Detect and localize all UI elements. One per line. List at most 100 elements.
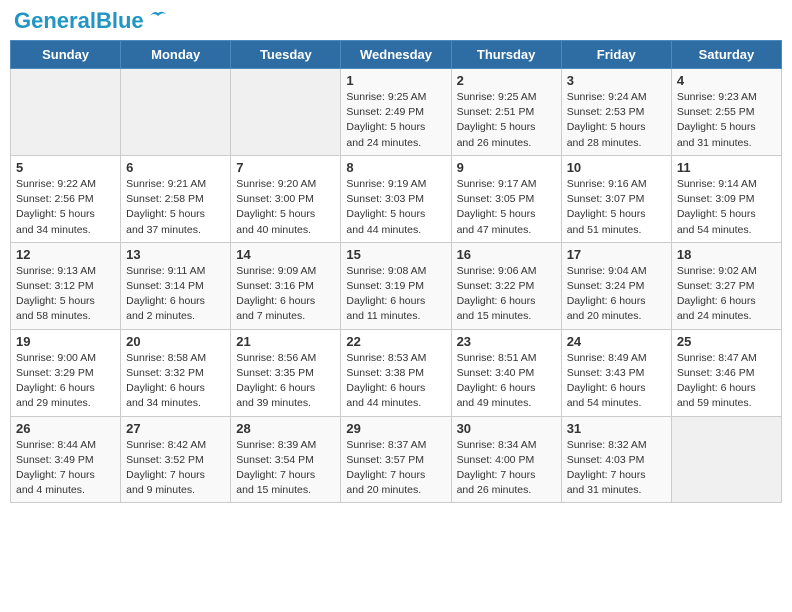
day-number: 17 (567, 247, 666, 262)
day-number: 20 (126, 334, 225, 349)
day-header-tuesday: Tuesday (231, 41, 341, 69)
day-number: 16 (457, 247, 556, 262)
day-info: Sunrise: 9:04 AMSunset: 3:24 PMDaylight:… (567, 264, 666, 325)
day-info: Sunrise: 9:06 AMSunset: 3:22 PMDaylight:… (457, 264, 556, 325)
calendar-cell (11, 69, 121, 156)
day-info: Sunrise: 8:42 AMSunset: 3:52 PMDaylight:… (126, 438, 225, 499)
day-info: Sunrise: 8:34 AMSunset: 4:00 PMDaylight:… (457, 438, 556, 499)
calendar-cell: 22 Sunrise: 8:53 AMSunset: 3:38 PMDayligh… (341, 329, 451, 416)
day-number: 30 (457, 421, 556, 436)
calendar-cell: 30 Sunrise: 8:34 AMSunset: 4:00 PMDayligh… (451, 416, 561, 503)
day-header-monday: Monday (121, 41, 231, 69)
day-number: 24 (567, 334, 666, 349)
calendar-cell: 12Sunrise: 9:13 AMSunset: 3:12 PMDayligh… (11, 242, 121, 329)
calendar-header-row: SundayMondayTuesdayWednesdayThursdayFrid… (11, 41, 782, 69)
day-info: Sunrise: 9:20 AMSunset: 3:00 PMDaylight:… (236, 177, 335, 238)
calendar-cell: 2Sunrise: 9:25 AMSunset: 2:51 PMDaylight… (451, 69, 561, 156)
day-number: 8 (346, 160, 445, 175)
calendar-week-row: 5 Sunrise: 9:22 AMSunset: 2:56 PMDaylight… (11, 155, 782, 242)
day-info: Sunrise: 9:22 AMSunset: 2:56 PMDaylight:… (16, 177, 115, 238)
calendar-cell: 5 Sunrise: 9:22 AMSunset: 2:56 PMDaylight… (11, 155, 121, 242)
day-info: Sunrise: 9:09 AMSunset: 3:16 PMDaylight:… (236, 264, 335, 325)
calendar-cell: 4Sunrise: 9:23 AMSunset: 2:55 PMDaylight… (671, 69, 781, 156)
day-number: 2 (457, 73, 556, 88)
day-info: Sunrise: 9:24 AMSunset: 2:53 PMDaylight:… (567, 90, 666, 151)
day-info: Sunrise: 9:00 AMSunset: 3:29 PMDaylight:… (16, 351, 115, 412)
calendar-cell: 27 Sunrise: 8:42 AMSunset: 3:52 PMDayligh… (121, 416, 231, 503)
calendar-cell: 16 Sunrise: 9:06 AMSunset: 3:22 PMDayligh… (451, 242, 561, 329)
day-header-wednesday: Wednesday (341, 41, 451, 69)
calendar-week-row: 19 Sunrise: 9:00 AMSunset: 3:29 PMDayligh… (11, 329, 782, 416)
day-info: Sunrise: 9:25 AMSunset: 2:49 PMDaylight:… (346, 90, 445, 151)
calendar-cell (231, 69, 341, 156)
calendar-cell: 19 Sunrise: 9:00 AMSunset: 3:29 PMDayligh… (11, 329, 121, 416)
calendar-cell: 26 Sunrise: 8:44 AMSunset: 3:49 PMDayligh… (11, 416, 121, 503)
day-info: Sunrise: 8:39 AMSunset: 3:54 PMDaylight:… (236, 438, 335, 499)
day-number: 29 (346, 421, 445, 436)
calendar-cell: 3 Sunrise: 9:24 AMSunset: 2:53 PMDaylight… (561, 69, 671, 156)
day-info: Sunrise: 9:11 AMSunset: 3:14 PMDaylight:… (126, 264, 225, 325)
day-info: Sunrise: 8:51 AMSunset: 3:40 PMDaylight:… (457, 351, 556, 412)
day-number: 31 (567, 421, 666, 436)
day-number: 6 (126, 160, 225, 175)
day-number: 10 (567, 160, 666, 175)
day-info: Sunrise: 9:21 AMSunset: 2:58 PMDaylight:… (126, 177, 225, 238)
calendar-cell: 23 Sunrise: 8:51 AMSunset: 3:40 PMDayligh… (451, 329, 561, 416)
day-number: 19 (16, 334, 115, 349)
day-number: 3 (567, 73, 666, 88)
day-info: Sunrise: 8:53 AMSunset: 3:38 PMDaylight:… (346, 351, 445, 412)
calendar-week-row: 26 Sunrise: 8:44 AMSunset: 3:49 PMDayligh… (11, 416, 782, 503)
day-number: 21 (236, 334, 335, 349)
calendar-cell: 21Sunrise: 8:56 AMSunset: 3:35 PMDayligh… (231, 329, 341, 416)
page-header: GeneralBlue (10, 10, 782, 32)
calendar-cell: 18 Sunrise: 9:02 AMSunset: 3:27 PMDayligh… (671, 242, 781, 329)
day-number: 26 (16, 421, 115, 436)
day-info: Sunrise: 9:14 AMSunset: 3:09 PMDaylight:… (677, 177, 776, 238)
calendar-cell: 8Sunrise: 9:19 AMSunset: 3:03 PMDaylight… (341, 155, 451, 242)
day-number: 1 (346, 73, 445, 88)
day-number: 18 (677, 247, 776, 262)
calendar-cell: 31 Sunrise: 8:32 AMSunset: 4:03 PMDayligh… (561, 416, 671, 503)
day-number: 9 (457, 160, 556, 175)
day-info: Sunrise: 8:37 AMSunset: 3:57 PMDaylight:… (346, 438, 445, 499)
logo: GeneralBlue (14, 10, 168, 32)
logo-text: GeneralBlue (14, 10, 144, 32)
day-number: 15 (346, 247, 445, 262)
calendar-week-row: 1 Sunrise: 9:25 AMSunset: 2:49 PMDaylight… (11, 69, 782, 156)
day-number: 11 (677, 160, 776, 175)
calendar-cell: 20 Sunrise: 8:58 AMSunset: 3:32 PMDayligh… (121, 329, 231, 416)
calendar-cell: 25 Sunrise: 8:47 AMSunset: 3:46 PMDayligh… (671, 329, 781, 416)
calendar-cell (671, 416, 781, 503)
calendar-cell: 6 Sunrise: 9:21 AMSunset: 2:58 PMDaylight… (121, 155, 231, 242)
day-info: Sunrise: 8:58 AMSunset: 3:32 PMDaylight:… (126, 351, 225, 412)
day-header-friday: Friday (561, 41, 671, 69)
day-number: 14 (236, 247, 335, 262)
day-info: Sunrise: 9:17 AMSunset: 3:05 PMDaylight:… (457, 177, 556, 238)
day-number: 5 (16, 160, 115, 175)
day-header-thursday: Thursday (451, 41, 561, 69)
calendar-cell: 15 Sunrise: 9:08 AMSunset: 3:19 PMDayligh… (341, 242, 451, 329)
day-header-sunday: Sunday (11, 41, 121, 69)
day-number: 22 (346, 334, 445, 349)
day-number: 25 (677, 334, 776, 349)
day-info: Sunrise: 8:47 AMSunset: 3:46 PMDaylight:… (677, 351, 776, 412)
day-number: 13 (126, 247, 225, 262)
day-number: 23 (457, 334, 556, 349)
day-info: Sunrise: 8:44 AMSunset: 3:49 PMDaylight:… (16, 438, 115, 499)
calendar-table: SundayMondayTuesdayWednesdayThursdayFrid… (10, 40, 782, 503)
calendar-cell: 7 Sunrise: 9:20 AMSunset: 3:00 PMDaylight… (231, 155, 341, 242)
day-info: Sunrise: 8:32 AMSunset: 4:03 PMDaylight:… (567, 438, 666, 499)
day-info: Sunrise: 9:08 AMSunset: 3:19 PMDaylight:… (346, 264, 445, 325)
day-info: Sunrise: 9:02 AMSunset: 3:27 PMDaylight:… (677, 264, 776, 325)
calendar-cell (121, 69, 231, 156)
calendar-cell: 1 Sunrise: 9:25 AMSunset: 2:49 PMDaylight… (341, 69, 451, 156)
calendar-cell: 17 Sunrise: 9:04 AMSunset: 3:24 PMDayligh… (561, 242, 671, 329)
day-number: 7 (236, 160, 335, 175)
day-info: Sunrise: 8:49 AMSunset: 3:43 PMDaylight:… (567, 351, 666, 412)
calendar-cell: 11 Sunrise: 9:14 AMSunset: 3:09 PMDayligh… (671, 155, 781, 242)
day-number: 27 (126, 421, 225, 436)
day-header-saturday: Saturday (671, 41, 781, 69)
calendar-cell: 29 Sunrise: 8:37 AMSunset: 3:57 PMDayligh… (341, 416, 451, 503)
calendar-cell: 9 Sunrise: 9:17 AMSunset: 3:05 PMDaylight… (451, 155, 561, 242)
day-number: 12 (16, 247, 115, 262)
